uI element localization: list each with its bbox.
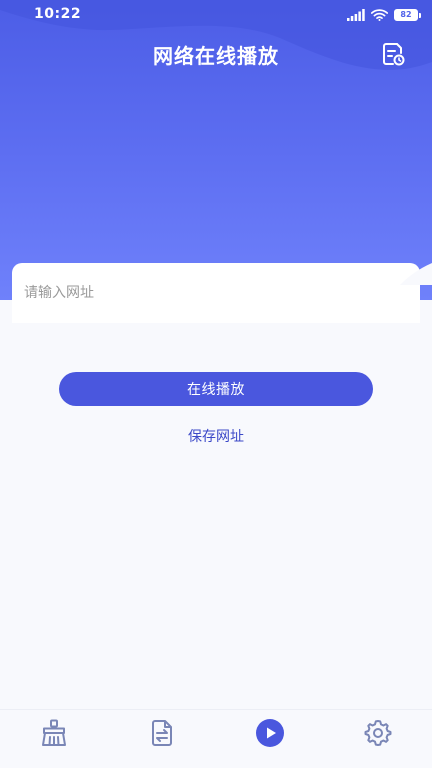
signal-icon [347,9,365,21]
url-input[interactable] [24,276,404,310]
nav-item-settings[interactable] [361,716,395,750]
save-url-link[interactable]: 保存网址 [0,426,432,446]
battery-tip [419,13,421,18]
status-bar: 10:22 82 [0,0,432,30]
history-document-icon[interactable] [380,41,406,67]
status-time: 10:22 [34,6,82,22]
play-online-button[interactable]: 在线播放 [59,372,373,406]
nav-item-play[interactable] [253,716,287,750]
page-title: 网络在线播放 [153,44,279,68]
battery-level: 82 [400,10,412,19]
file-transfer-icon [152,720,172,746]
nav-item-file-transfer[interactable] [145,716,179,750]
nav-item-clean[interactable] [37,716,71,750]
battery-icon: 82 [394,9,421,21]
settings-gear-icon [364,720,392,746]
panel-wave-decoration [400,263,432,285]
broom-clean-icon [42,719,66,746]
status-icons: 82 [347,7,421,23]
bottom-nav [0,709,432,768]
wifi-icon [371,9,388,21]
play-circle-icon [256,719,284,747]
